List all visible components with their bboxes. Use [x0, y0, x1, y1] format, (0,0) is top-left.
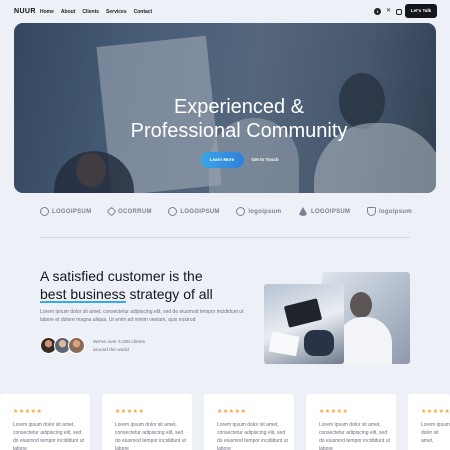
image-paper: [268, 331, 300, 357]
nav-item-contact[interactable]: Contact: [134, 9, 153, 15]
about-image-front: [264, 284, 344, 364]
hero-title-line1: Experienced &: [173, 96, 305, 118]
rating-stars: ★★★★★: [421, 409, 450, 415]
instagram-icon[interactable]: [396, 8, 402, 15]
client-avatars: [40, 337, 85, 354]
rating-stars: ★★★★★: [319, 409, 349, 415]
image-hand: [304, 330, 334, 356]
testimonial-text: Lorem ipsum dolor sit amet, consectetur …: [421, 422, 450, 444]
nav-item-services[interactable]: Services: [106, 9, 127, 15]
testimonial-text: Lorem ipsum dolor sit amet, consectetur …: [13, 422, 84, 450]
testimonial-card: ★★★★★ Lorem ipsum dolor sit amet, consec…: [102, 394, 192, 450]
triangle-logo-icon: [297, 207, 308, 216]
partner-logo: logoipsum: [366, 207, 412, 216]
nav-menu: Home About Clients Services Contact: [40, 9, 152, 15]
nav-item-clients[interactable]: Clients: [82, 9, 99, 15]
partner-logo: LOGOIPSUM: [40, 207, 91, 216]
testimonial-card: ★★★★★ Lorem ipsum dolor sit amet, consec…: [0, 394, 90, 450]
clients-count-text: We've over 4.000 clients around the worl…: [93, 340, 146, 353]
testimonial-card: ★★★★★ Lorem ipsum dolor sit amet, consec…: [204, 394, 294, 450]
partner-logo: logoipsum: [236, 207, 281, 216]
testimonial-card: ★★★★★ Lorem ipsum dolor sit amet, consec…: [408, 394, 450, 450]
about-heading-line1: A satisfied customer is the: [40, 268, 203, 284]
partner-logo: LOGOIPSUM: [297, 207, 350, 216]
hero-title: Experienced & Professional Community: [74, 95, 404, 143]
get-in-touch-button[interactable]: Get In Touch: [250, 152, 280, 168]
testimonial-text: Lorem ipsum dolor sit amet, consectetur …: [319, 422, 390, 450]
partner-logo: LOGOIPSUM: [168, 207, 219, 216]
hero-title-line2: Professional Community: [130, 120, 348, 142]
shield-logo-icon: [366, 207, 376, 216]
rating-stars: ★★★★★: [13, 409, 43, 415]
partner-logo: OCORRUM: [106, 206, 152, 217]
partner-logos: LOGOIPSUM OCORRUM LOGOIPSUM logoipsum LO…: [40, 206, 412, 217]
lets-talk-button[interactable]: Let's Talk: [405, 4, 437, 18]
testimonial-text: Lorem ipsum dolor sit amet, consectetur …: [217, 422, 288, 450]
nav-item-home[interactable]: Home: [40, 9, 54, 15]
nav-item-about[interactable]: About: [61, 9, 75, 15]
rating-stars: ★★★★★: [115, 409, 145, 415]
social-links: f ✕: [374, 8, 402, 15]
diamond-logo-icon: [106, 206, 117, 217]
site-logo[interactable]: NUUR: [14, 8, 36, 15]
about-heading-rest: strategy of all: [125, 286, 213, 302]
hero-banner: Experienced & Professional Community Lea…: [14, 23, 436, 193]
testimonial-text: Lorem ipsum dolor sit amet, consectetur …: [115, 422, 186, 450]
testimonial-card: ★★★★★ Lorem ipsum dolor sit amet, consec…: [306, 394, 396, 450]
learn-more-button[interactable]: Learn More: [200, 152, 244, 168]
top-nav: NUUR Home About Clients Services Contact…: [0, 0, 450, 24]
rating-stars: ★★★★★: [217, 409, 247, 415]
avatar: [68, 337, 85, 354]
about-heading-highlight: best business: [40, 286, 126, 302]
facebook-icon[interactable]: f: [374, 8, 381, 15]
about-heading-line2: best business strategy of all: [40, 286, 270, 303]
image-person: [337, 317, 392, 364]
x-icon[interactable]: ✕: [385, 8, 392, 15]
circle-logo-icon: [236, 207, 246, 216]
section-divider: [40, 237, 410, 238]
testimonials: ★★★★★ Lorem ipsum dolor sit amet, consec…: [0, 394, 450, 450]
image-laptop: [283, 298, 323, 328]
about-paragraph: Lorem ipsum dolor sit amet, consectetur …: [40, 309, 244, 323]
circle-logo-icon: [40, 207, 49, 216]
circle-logo-icon: [168, 207, 178, 216]
image-person: [350, 292, 372, 318]
